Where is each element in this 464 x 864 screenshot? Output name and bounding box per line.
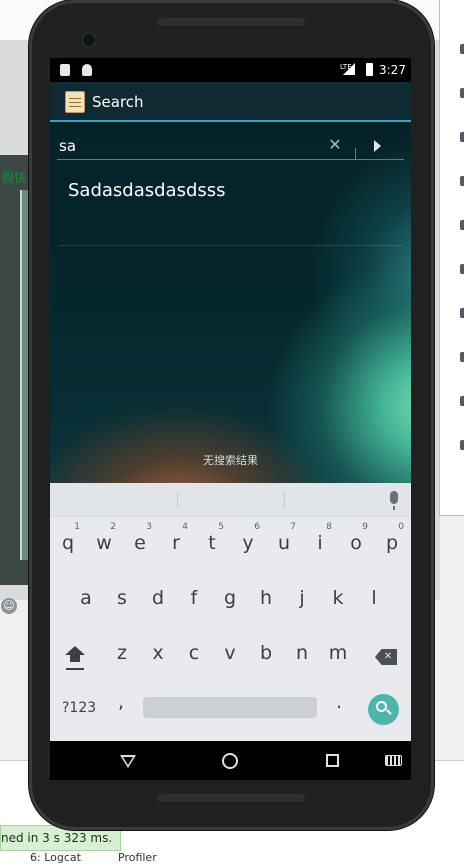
tool-icon[interactable] (460, 176, 464, 186)
empty-state-message: 无搜索结果 (203, 454, 258, 467)
key-p[interactable]: 0p (376, 521, 408, 559)
key-comma[interactable]: , (118, 691, 124, 713)
shift-icon[interactable] (63, 646, 87, 676)
key-w[interactable]: 2w (88, 521, 120, 559)
key-v[interactable]: v (214, 631, 246, 669)
play-arrow-icon[interactable] (374, 140, 381, 152)
key-x[interactable]: x (142, 631, 174, 669)
search-activity: Search ✕ Sadasdasdasdsss 无搜索结果 (50, 82, 411, 483)
key-k[interactable]: k (322, 576, 354, 614)
navigation-bar (50, 741, 411, 780)
key-q[interactable]: 1q (52, 521, 84, 559)
symbols-key[interactable]: ?123 (62, 700, 96, 716)
action-bar: Search (50, 82, 411, 122)
key-t[interactable]: 5t (196, 521, 228, 559)
search-input[interactable] (57, 134, 347, 158)
key-u[interactable]: 7u (268, 521, 300, 559)
list-item[interactable]: Sadasdasdasdsss (50, 172, 411, 246)
key-d[interactable]: d (142, 576, 174, 614)
close-icon[interactable]: ✕ (326, 135, 344, 155)
key-e[interactable]: 3e (124, 521, 156, 559)
feedback-icon[interactable]: ☺ (1, 598, 17, 614)
status-bar: LTE 3:27 (50, 58, 411, 82)
result-label: Sadasdasdasdsss (68, 180, 226, 201)
soft-keyboard: 1q 2w 3e 4r 5t 6y 7u 8i 9o 0p a s d f g … (50, 483, 411, 741)
battery-icon (366, 63, 373, 76)
key-g[interactable]: g (214, 576, 246, 614)
ide-bottom-tabs: 6: Logcat Profiler (0, 853, 464, 864)
tool-icon[interactable] (460, 220, 464, 230)
keyboard-icon[interactable] (385, 755, 402, 766)
tool-icon[interactable] (460, 264, 464, 274)
suggestion-strip (50, 483, 411, 517)
speaker-grille (157, 794, 305, 802)
key-s[interactable]: s (106, 576, 138, 614)
key-m[interactable]: m (322, 631, 354, 669)
tool-icon[interactable] (460, 352, 464, 362)
key-o[interactable]: 9o (340, 521, 372, 559)
key-y[interactable]: 6y (232, 521, 264, 559)
key-j[interactable]: j (286, 576, 318, 614)
tool-icon[interactable] (460, 440, 464, 450)
tab-profiler[interactable]: Profiler (118, 853, 157, 864)
mic-icon[interactable] (390, 491, 398, 510)
key-z[interactable]: z (106, 631, 138, 669)
tool-icon[interactable] (460, 44, 464, 54)
ide-right-toolbar (439, 0, 464, 516)
key-period[interactable]: . (336, 691, 342, 713)
tool-icon[interactable] (460, 132, 464, 142)
divider (355, 148, 356, 160)
tool-icon[interactable] (460, 88, 464, 98)
home-icon[interactable] (222, 753, 238, 769)
sd-card-icon (60, 64, 70, 76)
android-icon (82, 64, 92, 76)
notepad-icon (65, 91, 85, 113)
spacebar[interactable] (143, 697, 317, 718)
tab-logcat[interactable]: 6: Logcat (30, 853, 81, 864)
recents-icon[interactable] (326, 754, 339, 767)
speaker-grille (157, 18, 305, 26)
search-icon[interactable] (368, 694, 399, 725)
tool-icon[interactable] (460, 308, 464, 318)
network-type: LTE (340, 63, 352, 71)
key-f[interactable]: f (178, 576, 210, 614)
key-h[interactable]: h (250, 576, 282, 614)
key-c[interactable]: c (178, 631, 210, 669)
clock: 3:27 (379, 63, 406, 77)
back-icon[interactable] (120, 755, 136, 768)
suggestion-divider (177, 492, 178, 508)
key-a[interactable]: a (70, 576, 102, 614)
front-camera (83, 34, 95, 46)
key-i[interactable]: 8i (304, 521, 336, 559)
suggestion-divider (284, 492, 285, 508)
list-divider (58, 245, 403, 246)
key-b[interactable]: b (250, 631, 282, 669)
ide-side-label: 假快 (2, 171, 27, 185)
tool-icon[interactable] (460, 396, 464, 406)
key-n[interactable]: n (286, 631, 318, 669)
backspace-icon[interactable]: ✕ (375, 649, 397, 665)
key-l[interactable]: l (358, 576, 390, 614)
phone-screen: LTE 3:27 Search ✕ Sadasdasdasdsss 无搜索结果 (50, 58, 411, 780)
search-box: ✕ (57, 134, 404, 160)
page-title: Search (92, 93, 144, 111)
key-r[interactable]: 4r (160, 521, 192, 559)
